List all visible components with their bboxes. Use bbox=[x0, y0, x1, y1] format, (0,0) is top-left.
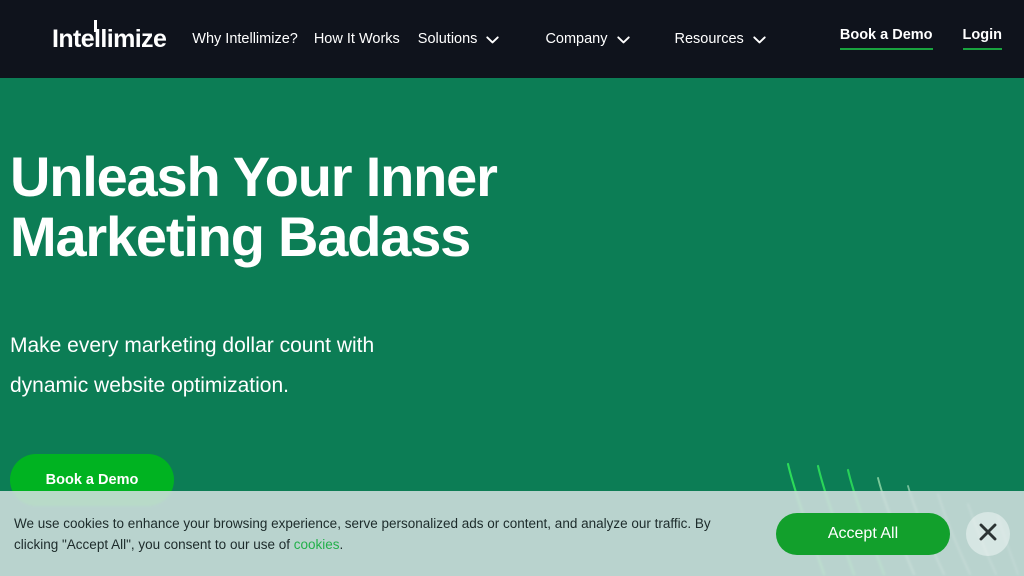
logo-ascender-mark bbox=[94, 19, 97, 32]
login-link[interactable]: Login bbox=[962, 28, 1002, 51]
cookie-text-before-link: We use cookies to enhance your browsing … bbox=[14, 515, 711, 552]
main-navigation: Why Intellimize? How It Works Solutions … bbox=[192, 32, 766, 47]
page-root: Intellimize Why Intellimize? How It Work… bbox=[0, 0, 1024, 576]
accept-all-button[interactable]: Accept All bbox=[776, 512, 950, 555]
close-banner-button[interactable] bbox=[966, 511, 1010, 556]
cookie-text-after-link: . bbox=[339, 536, 344, 552]
cookie-banner-actions: Accept All bbox=[776, 511, 1010, 556]
chevron-down-icon bbox=[486, 36, 500, 44]
site-header: Intellimize Why Intellimize? How It Work… bbox=[0, 0, 1024, 78]
cookie-consent-banner: We use cookies to enhance your browsing … bbox=[0, 491, 1024, 576]
nav-label: How It Works bbox=[313, 30, 400, 47]
header-actions: Book a Demo Login bbox=[839, 28, 1002, 51]
chevron-down-icon bbox=[753, 36, 766, 44]
nav-item-resources[interactable]: Resources bbox=[675, 32, 766, 47]
book-a-demo-link[interactable]: Book a Demo bbox=[839, 28, 933, 51]
cookie-banner-text: We use cookies to enhance your browsing … bbox=[14, 513, 726, 555]
nav-label: Solutions bbox=[417, 30, 478, 47]
brand-logo-text: Intellimize bbox=[52, 24, 167, 53]
nav-item-how-it-works[interactable]: How It Works bbox=[314, 32, 400, 47]
nav-label: Resources bbox=[674, 30, 744, 47]
chevron-down-icon bbox=[616, 36, 630, 44]
close-icon bbox=[977, 521, 999, 546]
cookies-policy-link[interactable]: cookies bbox=[294, 537, 340, 552]
nav-label: Why Intellimize? bbox=[192, 30, 298, 47]
nav-item-solutions[interactable]: Solutions bbox=[418, 32, 500, 47]
nav-item-company[interactable]: Company bbox=[545, 30, 630, 47]
nav-item-why-intellimize[interactable]: Why Intellimize? bbox=[192, 32, 298, 47]
hero-subtitle: Make every marketing dollar count with d… bbox=[10, 334, 375, 397]
nav-label: Company bbox=[545, 30, 608, 47]
brand-logo[interactable]: Intellimize bbox=[52, 19, 167, 53]
page-title: Unleash Your Inner Marketing Badass bbox=[10, 145, 498, 268]
